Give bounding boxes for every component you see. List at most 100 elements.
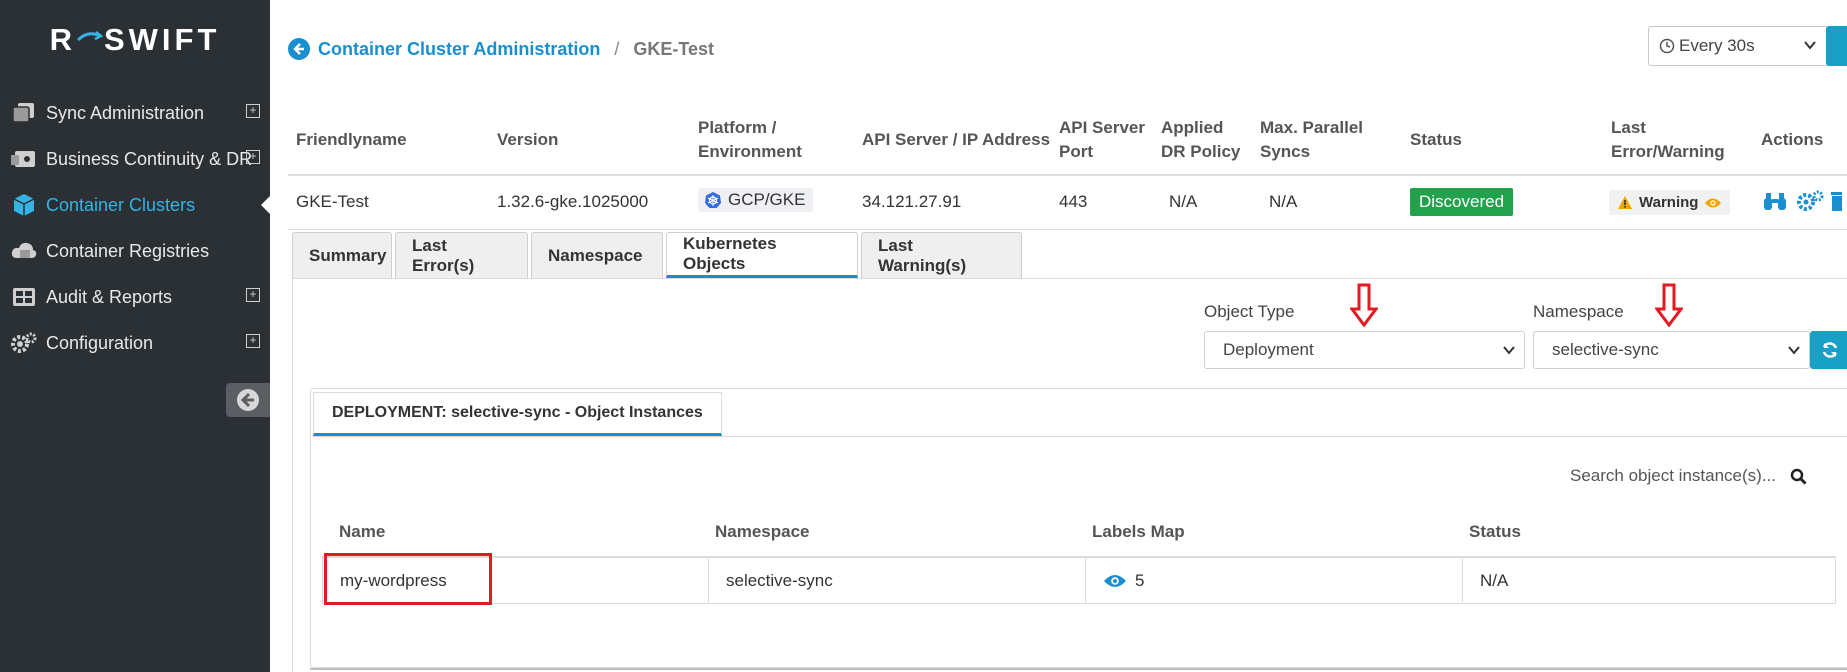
table-row[interactable]: my-wordpress selective-sync 5 N/A bbox=[322, 558, 1836, 604]
breadcrumb-separator: / bbox=[614, 38, 620, 59]
instance-search[interactable]: Search object instance(s)... bbox=[1570, 466, 1807, 486]
cluster-table: Friendlyname Version Platform / Environme… bbox=[288, 108, 1847, 230]
sidebar-item-label: Container Clusters bbox=[46, 194, 196, 215]
platform-badge: GCP/GKE bbox=[698, 188, 814, 212]
filter-refresh-button[interactable] bbox=[1810, 331, 1847, 369]
col-status: Status bbox=[1410, 130, 1462, 149]
refresh-interval-select[interactable]: Every 30s bbox=[1648, 26, 1828, 66]
cell-max-syncs: N/A bbox=[1269, 192, 1298, 211]
instances-panel-tab[interactable]: DEPLOYMENT: selective-sync - Object Inst… bbox=[313, 392, 722, 436]
col-name: Name bbox=[339, 522, 386, 541]
tab-namespace[interactable]: Namespace bbox=[531, 232, 663, 278]
instances-panel-divider bbox=[313, 436, 1847, 437]
tabs-divider bbox=[292, 278, 1847, 279]
cell-version: 1.32.6-gke.1025000 bbox=[497, 192, 649, 211]
breadcrumb: Container Cluster Administration / GKE-T… bbox=[288, 38, 714, 60]
object-type-select[interactable]: Deployment bbox=[1204, 331, 1525, 369]
app-logo: R SWIFT bbox=[49, 22, 221, 57]
sidebar-item-sync-administration[interactable]: Sync Administration + bbox=[0, 90, 270, 136]
col-version: Version bbox=[497, 130, 559, 149]
chevron-down-icon bbox=[1503, 346, 1515, 355]
col-friendlyname: Friendlyname bbox=[296, 130, 407, 149]
eye-icon[interactable] bbox=[1704, 197, 1722, 209]
cluster-table-header: Friendlyname Version Platform / Environme… bbox=[288, 108, 1847, 176]
platform-value: GCP/GKE bbox=[728, 190, 806, 209]
search-input[interactable]: Search object instance(s)... bbox=[1570, 466, 1776, 486]
sidebar-item-business-continuity[interactable]: Business Continuity & DR + bbox=[0, 136, 270, 182]
labels-count: 5 bbox=[1135, 570, 1145, 590]
cell-namespace: selective-sync bbox=[709, 558, 1086, 603]
cell-dr-policy: N/A bbox=[1169, 192, 1198, 211]
sidebar-nav: Sync Administration + Business Continuit… bbox=[0, 90, 270, 366]
cell-status: N/A bbox=[1480, 570, 1509, 590]
instances-table: Name Namespace Labels Map Status my-word… bbox=[322, 516, 1836, 604]
breadcrumb-current: GKE-Test bbox=[633, 38, 715, 59]
expand-icon[interactable]: + bbox=[246, 334, 260, 348]
sidebar-item-label: Container Registries bbox=[46, 240, 210, 261]
actions-cell bbox=[1763, 190, 1843, 217]
cell-labels-map[interactable]: 5 bbox=[1086, 558, 1463, 603]
col-status: Status bbox=[1469, 522, 1521, 541]
sidebar-item-label: Configuration bbox=[46, 332, 154, 353]
namespace-label: Namespace bbox=[1533, 302, 1624, 321]
namespace-value: selective-sync bbox=[1552, 340, 1659, 359]
status-badge: Discovered bbox=[1410, 188, 1514, 216]
warning-triangle-icon bbox=[1618, 196, 1632, 209]
col-api-server: API Server / IP Address bbox=[862, 130, 1051, 149]
col-port: API Server Port bbox=[1059, 118, 1145, 161]
collapse-sidebar-button[interactable] bbox=[226, 383, 270, 417]
sidebar-item-container-registries[interactable]: Container Registries bbox=[0, 228, 270, 274]
clock-icon bbox=[1659, 38, 1675, 54]
tab-last-warnings[interactable]: Last Warning(s) bbox=[861, 232, 1022, 278]
cluster-row: GKE-Test 1.32.6-gke.1025000 GCP/GKE 34.1… bbox=[288, 176, 1847, 230]
sidebar-item-audit-reports[interactable]: Audit & Reports + bbox=[0, 274, 270, 320]
highlight-annotation-box bbox=[324, 553, 492, 605]
detail-tabs: Summary Last Error(s) Namespace Kubernet… bbox=[292, 232, 1025, 278]
trash-icon[interactable] bbox=[1830, 190, 1843, 212]
active-caret-icon bbox=[261, 196, 270, 214]
copy-icon bbox=[10, 100, 38, 126]
search-icon[interactable] bbox=[1790, 468, 1807, 485]
dr-server-icon bbox=[10, 146, 38, 172]
logo-swirl-icon bbox=[76, 31, 104, 42]
cell-friendlyname: GKE-Test bbox=[296, 192, 369, 211]
sidebar-item-label: Audit & Reports bbox=[46, 286, 173, 307]
back-icon[interactable] bbox=[288, 38, 310, 60]
col-actions: Actions bbox=[1761, 130, 1824, 149]
sidebar-item-container-clusters[interactable]: Container Clusters bbox=[0, 182, 270, 228]
refresh-button[interactable] bbox=[1826, 26, 1847, 66]
settings-cogs-icon[interactable] bbox=[1796, 190, 1824, 212]
tab-kubernetes-objects[interactable]: Kubernetes Objects bbox=[666, 232, 858, 278]
last-warning-label: Warning bbox=[1639, 194, 1699, 211]
sidebar-item-configuration[interactable]: Configuration + bbox=[0, 320, 270, 366]
expand-icon[interactable]: + bbox=[246, 288, 260, 302]
chevron-down-icon bbox=[1788, 346, 1800, 355]
tab-last-errors[interactable]: Last Error(s) bbox=[395, 232, 528, 278]
arrow-left-circle-icon bbox=[237, 389, 259, 411]
object-type-value: Deployment bbox=[1223, 340, 1314, 359]
expand-icon[interactable]: + bbox=[246, 104, 260, 118]
sidebar-item-label: Business Continuity & DR bbox=[46, 148, 253, 169]
cloud-database-icon bbox=[10, 238, 38, 264]
chevron-down-icon bbox=[1804, 41, 1816, 50]
table-grid-icon bbox=[10, 284, 38, 310]
binoculars-icon[interactable] bbox=[1763, 192, 1787, 212]
tab-summary[interactable]: Summary bbox=[292, 232, 392, 278]
eye-icon[interactable] bbox=[1103, 573, 1127, 589]
refresh-interval-value: Every 30s bbox=[1679, 36, 1755, 55]
col-platform: Platform / Environment bbox=[698, 118, 802, 161]
red-arrow-down-icon bbox=[1655, 283, 1683, 327]
kubernetes-icon bbox=[705, 192, 721, 208]
refresh-icon bbox=[1822, 342, 1838, 358]
sidebar: R SWIFT Sync Administration + Business Co… bbox=[0, 0, 270, 672]
red-arrow-down-icon bbox=[1350, 283, 1378, 327]
namespace-select[interactable]: selective-sync bbox=[1533, 331, 1810, 369]
instances-table-header: Name Namespace Labels Map Status bbox=[322, 516, 1836, 558]
sidebar-item-label: Sync Administration bbox=[46, 102, 205, 123]
cube-icon bbox=[10, 192, 38, 218]
breadcrumb-link-cluster-admin[interactable]: Container Cluster Administration bbox=[318, 39, 600, 60]
last-warning-badge[interactable]: Warning bbox=[1609, 190, 1731, 215]
expand-icon[interactable]: + bbox=[246, 150, 260, 164]
col-dr-policy: Applied DR Policy bbox=[1161, 118, 1241, 161]
object-type-label: Object Type bbox=[1204, 302, 1295, 321]
